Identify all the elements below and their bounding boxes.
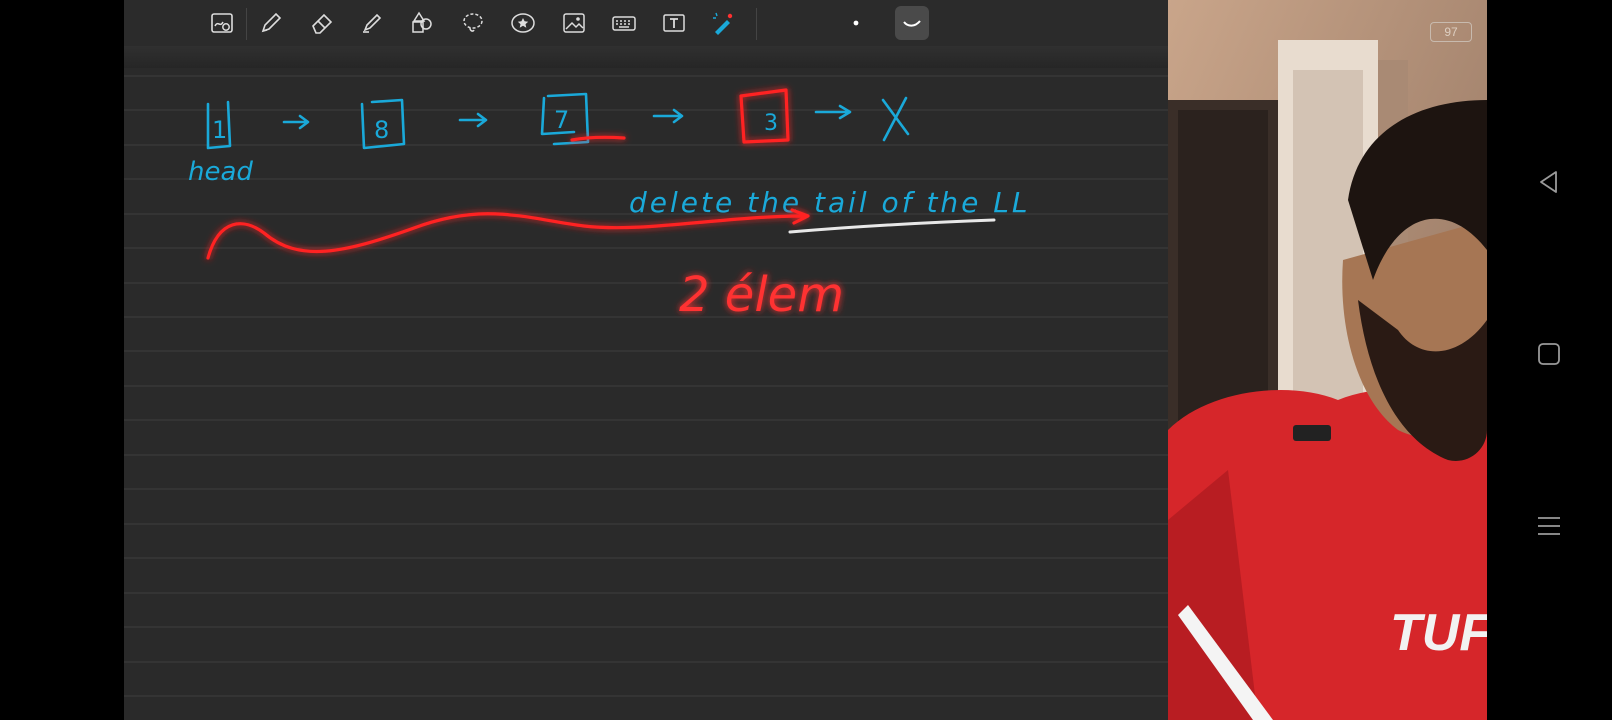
shapes-icon[interactable] xyxy=(405,6,439,40)
lasso-icon[interactable] xyxy=(456,6,490,40)
image-icon[interactable] xyxy=(557,6,591,40)
keyboard-icon[interactable] xyxy=(607,6,641,40)
handwriting-layer: 1 8 7 3 head delete the tail of the LL 2… xyxy=(124,75,1168,697)
menu-icon[interactable] xyxy=(1527,504,1571,548)
caption-text: delete the tail of the LL xyxy=(629,186,1031,219)
dot-size-icon[interactable] xyxy=(839,6,873,40)
sticker-icon[interactable] xyxy=(506,6,540,40)
home-icon[interactable] xyxy=(1527,332,1571,376)
node-value-4: 3 xyxy=(764,111,778,136)
laser-pointer-icon[interactable] xyxy=(706,6,740,40)
text-box-icon[interactable] xyxy=(657,6,691,40)
back-icon[interactable] xyxy=(1527,160,1571,204)
ruled-page[interactable]: 1 8 7 3 head delete the tail of the LL 2… xyxy=(124,68,1168,720)
battery-indicator: 97 xyxy=(1430,22,1472,42)
head-label: head xyxy=(188,157,253,187)
two-elements-annotation: 2 élem xyxy=(679,267,844,323)
notebook-canvas[interactable]: 1 8 7 3 head delete the tail of the LL 2… xyxy=(124,0,1168,720)
node-value-3: 7 xyxy=(554,106,569,134)
stroke-style-icon[interactable] xyxy=(895,6,929,40)
eraser-icon[interactable] xyxy=(305,6,339,40)
system-navigation-bar xyxy=(1487,0,1612,720)
node-value-2: 8 xyxy=(374,116,389,144)
zoom-scan-icon[interactable] xyxy=(205,6,239,40)
pen-icon[interactable] xyxy=(254,6,288,40)
highlighter-icon[interactable] xyxy=(355,6,389,40)
svg-text:TUF: TUF xyxy=(1390,604,1487,662)
node-value-1: 1 xyxy=(212,116,227,144)
presenter-webcam: TUF 97 xyxy=(1168,0,1487,720)
annotation-toolbar xyxy=(124,0,1168,46)
